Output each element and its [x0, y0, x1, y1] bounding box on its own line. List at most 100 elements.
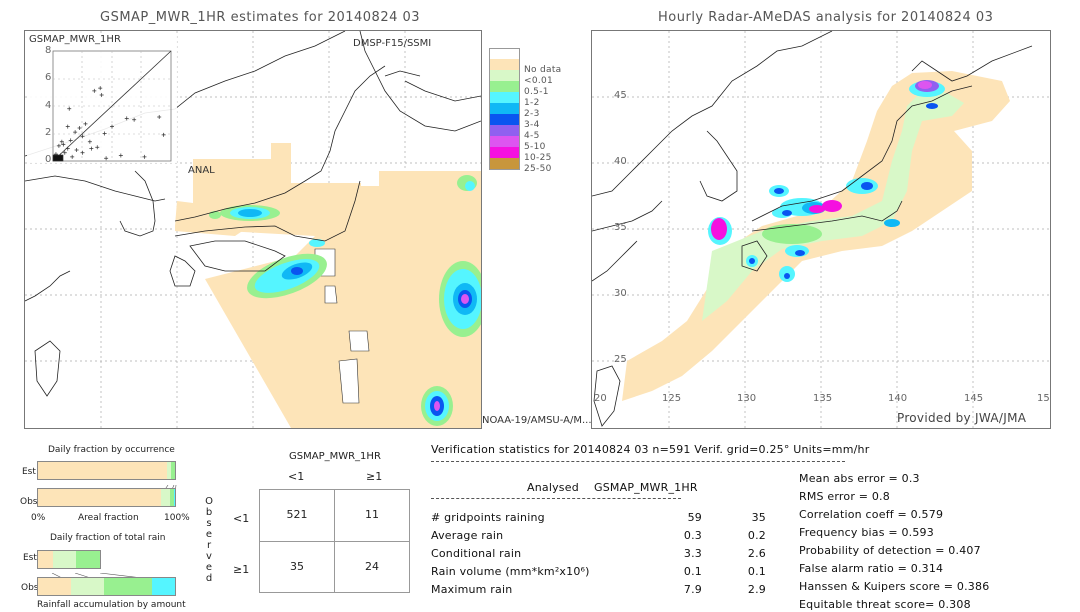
contingency-misses: 35: [290, 560, 304, 573]
occurrence-est-bar: [37, 461, 176, 480]
observed-letter: s: [206, 518, 212, 529]
contingency-col-lt1: <1: [288, 470, 305, 483]
stat-gsmap-value: 2.6: [747, 547, 766, 560]
data-credit: Provided by JWA/JMA: [897, 411, 1027, 425]
radar-amedas-map: 45 40 35 30 25 20 125 130 135 140 145 15…: [591, 30, 1051, 429]
occurrence-obs-bar: [37, 488, 176, 507]
score-item: Hanssen & Kuipers score = 0.386: [799, 580, 990, 593]
radar-map-canvas: [592, 31, 1050, 428]
swath-coverage: [175, 143, 481, 428]
inset-ytick-6: 6: [45, 72, 52, 83]
inset-ytick-4: 4: [45, 100, 52, 111]
score-item: Frequency bias = 0.593: [799, 526, 934, 539]
total-rain-est-label: Est: [23, 553, 37, 563]
legend-swatch: [489, 103, 520, 114]
anal-label: ANAL: [188, 165, 215, 176]
sensor-label-bottom: NOAA-19/AMSU-A/M...20: [482, 415, 605, 426]
lat-tick-35: 35: [614, 222, 627, 233]
observed-letter: O: [205, 496, 213, 507]
gsmap-map-canvas: [25, 31, 481, 428]
left-map-title: GSMAP_MWR_1HR estimates for 20140824 03: [100, 10, 421, 25]
inset-label: GSMAP_MWR_1HR: [29, 34, 121, 45]
legend-item: 10-25: [489, 147, 552, 163]
bar-segment: [38, 462, 167, 479]
legend-swatch: [489, 70, 520, 81]
lon-tick-135: 135: [813, 393, 833, 404]
legend-swatch: [489, 81, 520, 92]
contingency-hits-neg: 521: [286, 508, 308, 521]
lat-tick-45: 45: [614, 90, 627, 101]
score-item: False alarm ratio = 0.314: [799, 562, 944, 575]
col-analysed-header: Analysed: [527, 481, 579, 494]
observed-letter: b: [205, 507, 213, 518]
legend-item: 25-50: [489, 157, 552, 174]
observed-letter: v: [206, 551, 212, 562]
lon-tick-140: 140: [888, 393, 908, 404]
sensor-label-top: DMSP-F15/SSMI: [353, 38, 432, 49]
legend-item: 0.5-1: [489, 81, 549, 97]
scatter-dense-cluster: [52, 154, 64, 162]
lon-tick-150: 15: [1037, 393, 1050, 404]
legend-item: 5-10: [489, 136, 546, 152]
observed-vertical-label: Observed: [204, 496, 214, 584]
total-rain-title: Daily fraction of total rain: [50, 533, 166, 543]
contingency-false-alarms: 11: [365, 508, 379, 521]
stat-label: # gridpoints raining: [431, 511, 545, 524]
contingency-grid: 521 11 35 24: [259, 489, 410, 593]
inset-ytick-8: 8: [45, 45, 52, 56]
legend-swatch: [489, 157, 520, 170]
stat-gsmap-value: 2.9: [747, 583, 766, 596]
legend-swatch: [489, 47, 520, 60]
bar-segment: [170, 462, 175, 479]
bar-segment: [103, 578, 152, 595]
lon-tick-145: 145: [964, 393, 984, 404]
bar-segment: [75, 551, 100, 568]
stat-analysed-value: 0.3: [683, 529, 702, 542]
total-rain-est-bar: [37, 550, 101, 569]
total-rain-obs-bar: [37, 577, 176, 596]
total-rain-footer: Rainfall accumulation by amount: [37, 600, 186, 610]
stat-gsmap-value: 0.1: [747, 565, 766, 578]
occurrence-title: Daily fraction by occurrence: [48, 445, 175, 455]
lon-tick-130: 130: [737, 393, 757, 404]
bar-segment: [38, 489, 162, 506]
verification-header: Verification statistics for 20140824 03 …: [431, 443, 870, 456]
bar-segment: [161, 489, 170, 506]
stat-analysed-value: 59: [687, 511, 702, 524]
legend-swatch: [489, 59, 520, 70]
occurrence-obs-label: Obs: [20, 497, 38, 507]
contingency-hits: 24: [365, 560, 379, 573]
bar-segment: [174, 489, 175, 506]
observed-letter: e: [205, 529, 213, 540]
stat-label: Average rain: [431, 529, 504, 542]
legend-swatch: [489, 136, 520, 147]
legend-label: 25-50: [524, 163, 552, 174]
inset-ytick-0: 0: [45, 154, 52, 165]
bar-segment: [151, 578, 175, 595]
lon-tick-125: 125: [662, 393, 682, 404]
total-rain-obs-label: Obs: [21, 583, 39, 593]
verification-divider: [431, 461, 845, 462]
color-legend: No data <0.01 0.5-1 1-2 2-3 3-4 4-5 5-10 10-25 25…: [489, 47, 579, 178]
score-item: Mean abs error = 0.3: [799, 472, 920, 485]
lat-tick-40: 40: [614, 156, 627, 167]
inset-ytick-2: 2: [45, 127, 52, 138]
right-map-title: Hourly Radar-AMeDAS analysis for 2014082…: [658, 10, 994, 25]
legend-item: 2-3: [489, 103, 540, 119]
observed-letter: e: [205, 562, 213, 573]
lon-tick-120: 20: [594, 393, 607, 404]
contingency-header: GSMAP_MWR_1HR: [289, 451, 381, 462]
observed-letter: d: [205, 573, 213, 584]
legend-swatch: [489, 92, 520, 103]
columns-divider: [431, 498, 681, 499]
stat-analysed-value: 3.3: [683, 547, 702, 560]
gsmap-estimate-map: GSMAP_MWR_1HR 8 6 4 2 0 ANAL DMSP-F15/SS…: [24, 30, 482, 429]
legend-swatch: [489, 114, 520, 125]
score-item: Correlation coeff = 0.579: [799, 508, 944, 521]
legend-item: No data: [489, 59, 561, 75]
col-gsmap-header: GSMAP_MWR_1HR: [594, 481, 698, 494]
legend-item: 4-5: [489, 125, 540, 141]
stat-analysed-value: 7.9: [683, 583, 702, 596]
legend-item: 1-2: [489, 92, 540, 108]
occurrence-axis-right: 100%: [164, 513, 190, 523]
